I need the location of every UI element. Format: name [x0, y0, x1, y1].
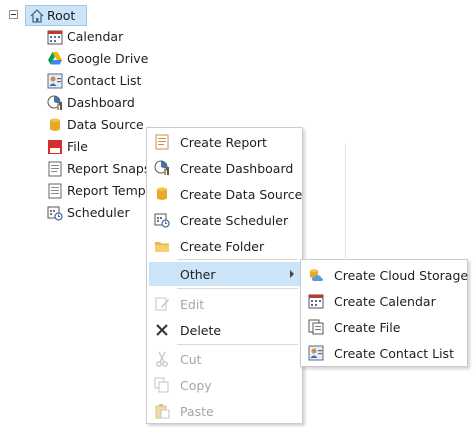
menu-item-create-dashboard[interactable]: Create Dashboard [149, 156, 300, 180]
menu-item-label: Copy [180, 378, 212, 393]
menu-item-label: Cut [180, 352, 202, 367]
menu-item-paste[interactable]: Paste [149, 399, 300, 423]
collapse-toggle[interactable] [9, 10, 18, 19]
tree-item-label: Scheduler [67, 205, 130, 220]
contact-list-icon [308, 345, 324, 361]
cloud-storage-icon [310, 269, 323, 281]
home-icon [30, 9, 44, 23]
scheduler-icon [47, 206, 63, 221]
tree-item-label: Dashboard [67, 95, 135, 110]
report-icon [155, 134, 169, 150]
google-drive-icon [48, 52, 62, 65]
menu-item-label: Create Calendar [334, 294, 436, 309]
menu-item-create-data-source[interactable]: Create Data Source [149, 182, 303, 206]
menu-separator [177, 288, 298, 289]
submenu-item-create-cloud-storage[interactable]: Create Cloud Storage [303, 263, 469, 287]
submenu-item-create-file[interactable]: Create File [303, 315, 465, 339]
dashboard-icon [47, 95, 62, 110]
tree-item-calendar[interactable]: Calendar [47, 27, 247, 47]
report-template-icon [48, 183, 62, 199]
submenu-arrow-icon [290, 270, 294, 278]
menu-item-label: Create Cloud Storage [334, 268, 469, 283]
report-snapshot-icon [48, 161, 62, 177]
menu-item-copy[interactable]: Copy [149, 373, 300, 397]
menu-item-label: Create Scheduler [180, 213, 289, 228]
menu-item-edit[interactable]: Edit [149, 292, 300, 316]
menu-item-label: Create Dashboard [180, 161, 294, 176]
menu-item-label: Create Contact List [334, 346, 454, 361]
menu-item-create-scheduler[interactable]: Create Scheduler [149, 208, 300, 232]
menu-item-label: Create Folder [180, 239, 265, 254]
tree-item-label: File [67, 139, 88, 154]
menu-item-label: Edit [180, 297, 205, 312]
tree-root-node[interactable]: Root [25, 5, 87, 26]
database-icon [157, 187, 167, 200]
context-menu: Create Report Create Dashboard Create Da… [146, 127, 303, 424]
calendar-icon [308, 294, 324, 309]
background-divider [345, 143, 346, 258]
submenu-item-create-calendar[interactable]: Create Calendar [303, 289, 465, 313]
menu-item-cut[interactable]: Cut [149, 347, 300, 371]
menu-item-create-folder[interactable]: Create Folder [149, 234, 300, 258]
menu-item-label: Create File [334, 320, 401, 335]
menu-item-label: Other [180, 267, 216, 282]
tree-item-google-drive[interactable]: Google Drive [47, 49, 247, 69]
pdf-file-icon [48, 140, 62, 154]
scheduler-icon [154, 213, 170, 228]
menu-item-label: Paste [180, 404, 214, 419]
menu-item-create-report[interactable]: Create Report [149, 130, 300, 154]
menu-item-label: Create Report [180, 135, 267, 150]
menu-item-other[interactable]: Other [149, 262, 300, 286]
tree-root-label: Root [47, 8, 76, 23]
calendar-icon [47, 30, 63, 45]
delete-icon [156, 324, 168, 336]
file-icon [308, 319, 324, 335]
tree-item-label: Calendar [67, 29, 124, 44]
menu-item-label: Create Data Source [180, 187, 303, 202]
submenu-other: Create Cloud Storage Create Calendar Cre… [300, 259, 468, 367]
database-icon [50, 118, 60, 131]
menu-separator [177, 259, 298, 260]
edit-icon [155, 297, 169, 311]
paste-icon [155, 404, 170, 419]
menu-separator [177, 344, 298, 345]
tree-item-label: Data Source [67, 117, 144, 132]
menu-item-delete[interactable]: Delete [149, 318, 300, 342]
folder-icon [155, 242, 169, 252]
cut-icon [156, 351, 168, 367]
dashboard-icon [154, 160, 169, 175]
copy-icon [154, 377, 169, 393]
contact-list-icon [47, 73, 63, 89]
menu-item-label: Delete [180, 323, 222, 338]
tree-item-contact-list[interactable]: Contact List [47, 71, 247, 91]
tree-item-label: Contact List [67, 73, 142, 88]
tree-item-label: Google Drive [67, 51, 149, 66]
submenu-item-create-contact-list[interactable]: Create Contact List [303, 341, 465, 365]
tree-item-dashboard[interactable]: Dashboard [47, 93, 247, 113]
